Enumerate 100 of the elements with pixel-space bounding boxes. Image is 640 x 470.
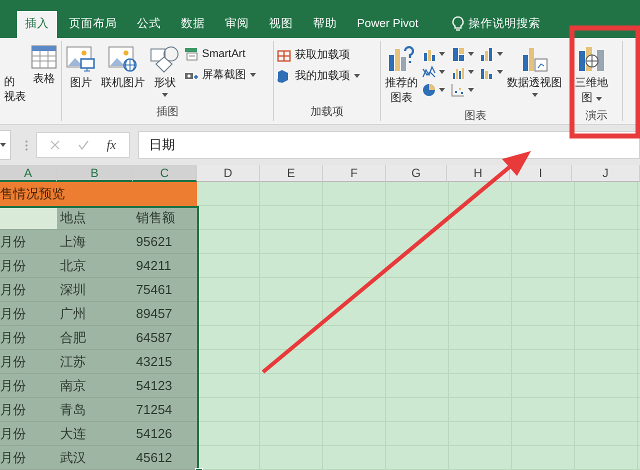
column-header[interactable]: B	[57, 165, 133, 182]
tell-me-search[interactable]: 操作说明搜索	[468, 11, 540, 38]
group-label: 插图	[156, 105, 180, 120]
column-header[interactable]: H	[447, 165, 510, 182]
smartart-button[interactable]: SmartArt	[184, 47, 256, 61]
caret-icon	[354, 74, 360, 78]
line-chart-icon[interactable]	[422, 65, 436, 79]
recommended-charts-button[interactable]: 推荐的 图表	[384, 43, 419, 108]
table-cell: 上海	[57, 230, 133, 254]
pivot-chart-button[interactable]: 数据透视图	[506, 43, 563, 99]
addin-icon	[277, 68, 291, 82]
shapes-button[interactable]: 形状	[149, 43, 181, 99]
table-cell: 月份	[0, 326, 57, 350]
3d-map-button[interactable]: 三维地 图	[574, 43, 609, 108]
table-cell: 广州	[57, 302, 133, 326]
step-chart-icon[interactable]	[480, 47, 494, 61]
caret-icon	[439, 70, 445, 74]
ribbon-tab[interactable]: 帮助	[305, 11, 345, 38]
table-title: 售情况预览	[0, 182, 197, 206]
table-cell: 武汉	[57, 446, 133, 470]
caret-icon	[439, 88, 445, 92]
caret-icon	[497, 52, 503, 56]
caret-icon	[0, 143, 6, 147]
table-icon	[31, 45, 57, 69]
ribbon-tab[interactable]: 审阅	[217, 11, 257, 38]
get-addins-button[interactable]: 获取加载项	[277, 47, 360, 62]
online-image-icon	[108, 45, 138, 73]
smartart-icon	[184, 47, 198, 61]
caret-icon	[468, 88, 474, 92]
column-header[interactable]: I	[510, 165, 572, 182]
table-cell: 月份	[0, 254, 57, 278]
table-cell: 54123	[133, 374, 197, 398]
ribbon-tab[interactable]: Power Pivot	[349, 11, 426, 38]
column-header[interactable]: J	[572, 165, 640, 182]
table-cell: 北京	[57, 254, 133, 278]
column-header[interactable]: A	[0, 165, 57, 182]
table-cell: 89457	[133, 302, 197, 326]
column-header[interactable]: F	[323, 165, 386, 182]
table-cell: 大连	[57, 422, 133, 446]
table-cell: 南京	[57, 374, 133, 398]
globe-buildings-icon	[576, 45, 606, 73]
caret-icon	[468, 70, 474, 74]
grip-icon	[25, 140, 28, 150]
ribbon-tab[interactable]: 页面布局	[61, 11, 125, 38]
pictures-button[interactable]: 图片	[65, 43, 97, 93]
column-header[interactable]: C	[133, 165, 197, 182]
table-cell: 青岛	[57, 398, 133, 422]
table-cell: 江苏	[57, 350, 133, 374]
table-cell: 深圳	[57, 278, 133, 302]
table-cell: 94211	[133, 254, 197, 278]
store-icon	[277, 48, 291, 62]
bar-chart-icon[interactable]	[451, 65, 465, 79]
table-cell: 月份	[0, 422, 57, 446]
table-cell: 71254	[133, 398, 197, 422]
group-label: 演示	[584, 108, 608, 124]
ribbon-tab[interactable]: 插入	[17, 11, 57, 38]
table-cell: 月份	[0, 230, 57, 254]
table-cell: 月份	[0, 350, 57, 374]
recommended-chart-icon	[386, 45, 416, 73]
caret-icon	[250, 72, 256, 76]
my-addins-button[interactable]: 我的加载项	[277, 68, 360, 83]
image-icon	[66, 45, 96, 73]
table-cell: 43215	[133, 350, 197, 374]
table-cell: 月份	[0, 302, 57, 326]
ribbon-tab[interactable]: 数据	[173, 11, 213, 38]
table-cell: 地点	[57, 206, 133, 230]
table-cell: 月份	[0, 278, 57, 302]
table-cell: 月份	[0, 374, 57, 398]
table-cell: 54126	[133, 422, 197, 446]
active-cell[interactable]	[0, 206, 57, 230]
pie-chart-icon[interactable]	[422, 83, 436, 97]
ribbon-tab[interactable]: 公式	[129, 11, 169, 38]
name-box[interactable]	[0, 130, 11, 160]
pivot-table-button[interactable]: 的 视表	[3, 43, 27, 107]
table-cell: 月份	[0, 446, 57, 470]
formula-input[interactable]: 日期	[138, 131, 640, 159]
caret-icon	[596, 96, 602, 100]
table-cell: 45612	[133, 446, 197, 470]
column-header[interactable]: D	[197, 165, 260, 182]
shapes-icon	[150, 45, 180, 73]
table-cell: 销售额	[133, 206, 197, 230]
table-cell: 95621	[133, 230, 197, 254]
caret-icon	[439, 52, 445, 56]
table-cell: 月份	[0, 398, 57, 422]
ribbon-tab[interactable]: 视图	[261, 11, 301, 38]
scatter-chart-icon[interactable]	[451, 83, 465, 97]
table-cell: 合肥	[57, 326, 133, 350]
group-label: 加载项	[310, 105, 344, 120]
online-pictures-button[interactable]: 联机图片	[100, 43, 146, 93]
table-button[interactable]: 表格	[30, 43, 58, 89]
lightbulb-icon[interactable]	[452, 16, 464, 32]
table-cell: 64587	[133, 326, 197, 350]
table-cell: 75461	[133, 278, 197, 302]
column-header[interactable]: G	[386, 165, 447, 182]
stacked-bar-icon[interactable]	[451, 47, 465, 61]
column-chart-icon[interactable]	[422, 47, 436, 61]
column-header[interactable]: E	[260, 165, 323, 182]
caret-icon	[532, 93, 538, 97]
screenshot-button[interactable]: 屏幕截图	[184, 67, 256, 82]
insert-function-button[interactable]: fx	[106, 137, 116, 153]
